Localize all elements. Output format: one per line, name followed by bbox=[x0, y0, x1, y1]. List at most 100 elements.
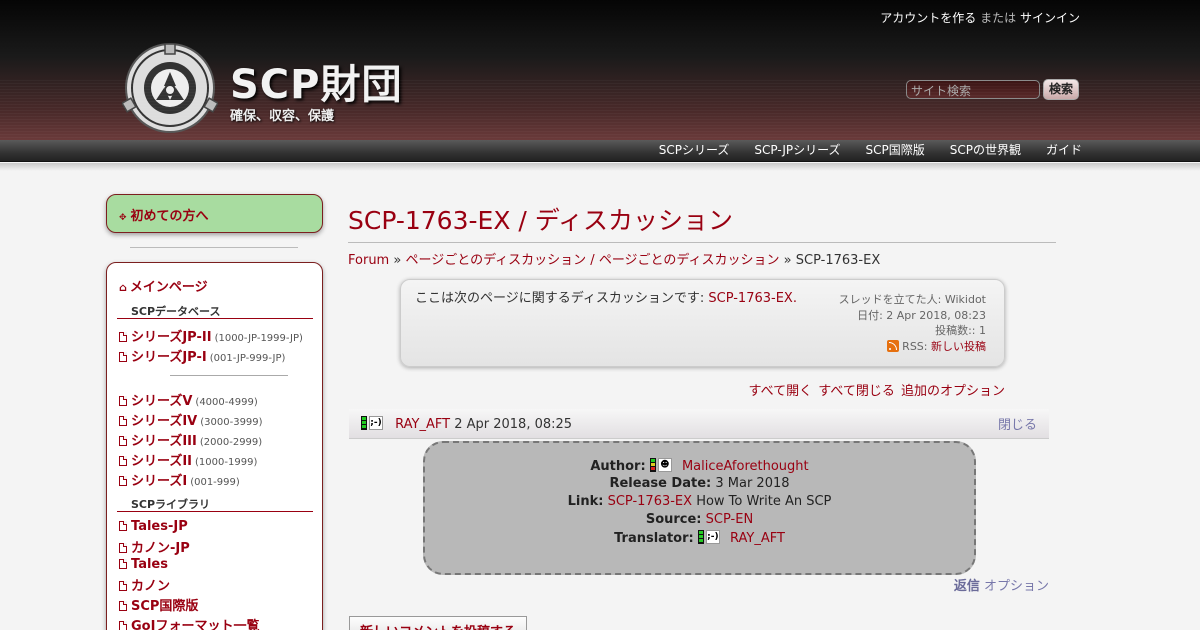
thread-meta: スレッドを立てた人: Wikidot 日付: 2 Apr 2018, 08:23… bbox=[839, 292, 986, 354]
more-options-link[interactable]: 追加のオプション bbox=[901, 384, 1005, 399]
nav-item-universe[interactable]: SCPの世界観 bbox=[950, 140, 1021, 160]
sidebar-item-range: (2000-2999) bbox=[199, 437, 263, 448]
page-title: SCP-1763-EX / ディスカッション bbox=[348, 206, 734, 235]
sidebar-rule bbox=[117, 318, 313, 319]
sidebar-item-canon[interactable]: カノン bbox=[119, 575, 170, 594]
nav-item-scp-series[interactable]: SCPシリーズ bbox=[659, 140, 730, 160]
signin-link[interactable]: サインイン bbox=[1020, 11, 1080, 25]
breadcrumb: Forum » ページごとのディスカッション / ページごとのディスカッション … bbox=[348, 249, 880, 268]
post-line-link: Link: SCP-1763-EX How To Write An SCP bbox=[425, 494, 974, 509]
rss-icon[interactable] bbox=[887, 339, 900, 352]
sidebar-item-series-jp-1[interactable]: シリーズJP-I (001-JP-999-JP) bbox=[119, 346, 285, 365]
sidebar-item-series-jp-2[interactable]: シリーズJP-II (1000-JP-1999-JP) bbox=[119, 326, 303, 345]
sidebar-item-series-2[interactable]: シリーズII (1000-1999) bbox=[119, 450, 257, 469]
release-value: 3 Mar 2018 bbox=[715, 476, 790, 491]
link-label: Link: bbox=[567, 494, 604, 509]
expand-all-link[interactable]: すべて開く bbox=[749, 384, 813, 399]
link-value-link[interactable]: SCP-1763-EX bbox=[608, 494, 692, 509]
post-author-value-link[interactable]: MaliceAforethought bbox=[682, 459, 809, 474]
post-author-link[interactable]: RAY_AFT bbox=[395, 417, 450, 432]
author-label: Author: bbox=[590, 459, 646, 474]
user-karma-icon[interactable]: ;-) bbox=[361, 416, 383, 430]
site-subtitle: 確保、収容、保護 bbox=[230, 109, 335, 124]
site-header: アカウントを作る または サインイン SCP財団 確保、収容、保護 サイト検索 … bbox=[0, 0, 1200, 140]
sidebar-item-tales-jp[interactable]: Tales-JP bbox=[119, 519, 188, 534]
search-button[interactable]: 検索 bbox=[1043, 79, 1079, 100]
create-account-link[interactable]: アカウントを作る bbox=[880, 11, 976, 25]
site-title[interactable]: SCP財団 bbox=[230, 52, 402, 110]
post-body: Author: ☻ MaliceAforethought Release Dat… bbox=[423, 441, 976, 575]
sidebar-menu: ⌂ メインページ SCPデータベース シリーズJP-II (1000-JP-1999… bbox=[106, 262, 323, 630]
source-value-link[interactable]: SCP-EN bbox=[706, 512, 754, 527]
sidebar-item-label: シリーズIV bbox=[131, 414, 198, 429]
page-icon bbox=[119, 559, 127, 569]
first-time-box: ✥ 初めての方へ bbox=[106, 194, 323, 233]
sidebar-item-series-3[interactable]: シリーズIII (2000-2999) bbox=[119, 430, 262, 449]
first-time-link[interactable]: 初めての方へ bbox=[131, 209, 209, 224]
bullet-icon: ✥ bbox=[119, 213, 127, 223]
post-line-release: Release Date: 3 Mar 2018 bbox=[425, 476, 974, 491]
user-karma-icon[interactable]: ☻ bbox=[649, 458, 672, 472]
sidebar-item-range: (001-JP-999-JP) bbox=[209, 353, 286, 364]
collapse-all-link[interactable]: すべて閉じる bbox=[818, 384, 895, 399]
nav-item-international[interactable]: SCP国際版 bbox=[866, 140, 925, 160]
user-karma-icon[interactable]: ;-) bbox=[697, 530, 720, 544]
sidebar-item-label: カノン-JP bbox=[131, 541, 190, 556]
sidebar-item-label: Tales-JP bbox=[131, 519, 188, 534]
sidebar-item-label: シリーズI bbox=[131, 474, 188, 489]
post-close-link[interactable]: 閉じる bbox=[998, 414, 1037, 433]
reply-link[interactable]: 返信 bbox=[954, 579, 980, 594]
sidebar-item-series-4[interactable]: シリーズIV (3000-3999) bbox=[119, 410, 263, 429]
rss-new-posts-link[interactable]: 新しい投稿 bbox=[931, 340, 986, 353]
release-label: Release Date: bbox=[609, 476, 712, 491]
sidebar-item-international[interactable]: SCP国際版 bbox=[119, 595, 198, 614]
post-date: 2 Apr 2018, 08:25 bbox=[454, 417, 573, 432]
thread-post-count: 投稿数:: 1 bbox=[935, 324, 986, 337]
sidebar-rule bbox=[117, 511, 313, 512]
page-icon bbox=[119, 332, 127, 342]
breadcrumb-forum[interactable]: Forum bbox=[348, 253, 389, 268]
sidebar-item-tales[interactable]: Tales bbox=[119, 557, 168, 572]
post-header: ;-) RAY_AFT 2 Apr 2018, 08:25 閉じる bbox=[349, 409, 1049, 439]
search-input[interactable]: サイト検索 bbox=[906, 80, 1040, 99]
new-comment-button[interactable]: 新しいコメントを投稿する bbox=[349, 616, 527, 630]
sidebar-item-label: シリーズJP-II bbox=[131, 330, 212, 345]
breadcrumb-category[interactable]: ページごとのディスカッション / ページごとのディスカッション bbox=[405, 253, 779, 268]
sidebar-item-label: Tales bbox=[131, 557, 168, 572]
sidebar-item-goi-formats[interactable]: GoIフォーマット一覧 bbox=[119, 615, 259, 630]
breadcrumb-separator: » bbox=[783, 253, 792, 268]
thread-options: すべて開く すべて閉じる 追加のオプション bbox=[747, 380, 1005, 399]
scp-logo-icon[interactable] bbox=[121, 42, 219, 134]
nav-item-guide[interactable]: ガイド bbox=[1046, 140, 1082, 160]
page-icon bbox=[119, 621, 127, 630]
page-icon bbox=[119, 416, 127, 426]
sidebar-item-label: シリーズIII bbox=[131, 434, 197, 449]
account-or-text: または bbox=[980, 11, 1017, 25]
rss-label: RSS: bbox=[902, 339, 928, 353]
account-links: アカウントを作る または サインイン bbox=[880, 9, 1080, 26]
translator-value-link[interactable]: RAY_AFT bbox=[730, 531, 785, 546]
sidebar-item-label: シリーズJP-I bbox=[131, 350, 207, 365]
page-icon bbox=[119, 581, 127, 591]
page-icon bbox=[119, 436, 127, 446]
nav-item-scp-jp-series[interactable]: SCP-JPシリーズ bbox=[754, 140, 840, 160]
sidebar-item-main-page[interactable]: ⌂ メインページ bbox=[119, 276, 208, 295]
sidebar-item-range: (4000-4999) bbox=[195, 397, 258, 408]
post-options-link[interactable]: オプション bbox=[984, 579, 1049, 594]
sidebar-item-label: メインページ bbox=[129, 280, 208, 295]
translator-label: Translator: bbox=[614, 531, 694, 546]
sidebar-item-canon-jp[interactable]: カノン-JP bbox=[119, 537, 190, 556]
sidebar-item-series-5[interactable]: シリーズV (4000-4999) bbox=[119, 390, 258, 409]
sidebar-item-series-1[interactable]: シリーズI (001-999) bbox=[119, 470, 240, 489]
sidebar-item-label: カノン bbox=[131, 579, 171, 594]
thread-date: 日付: 2 Apr 2018, 08:23 bbox=[857, 308, 986, 322]
sidebar-item-label: SCP国際版 bbox=[131, 599, 199, 614]
page-icon bbox=[119, 352, 127, 362]
thread-page-link[interactable]: SCP-1763-EX. bbox=[708, 291, 797, 306]
sidebar-item-label: シリーズV bbox=[131, 394, 193, 409]
page-icon bbox=[119, 476, 127, 486]
sidebar-rule-short bbox=[170, 375, 288, 376]
sidebar-divider bbox=[130, 247, 298, 248]
post-line-translator: Translator: ;-) RAY_AFT bbox=[425, 530, 974, 546]
thread-info-box: ここは次のページに関するディスカッションです: SCP-1763-EX. スレッ… bbox=[400, 279, 1005, 367]
